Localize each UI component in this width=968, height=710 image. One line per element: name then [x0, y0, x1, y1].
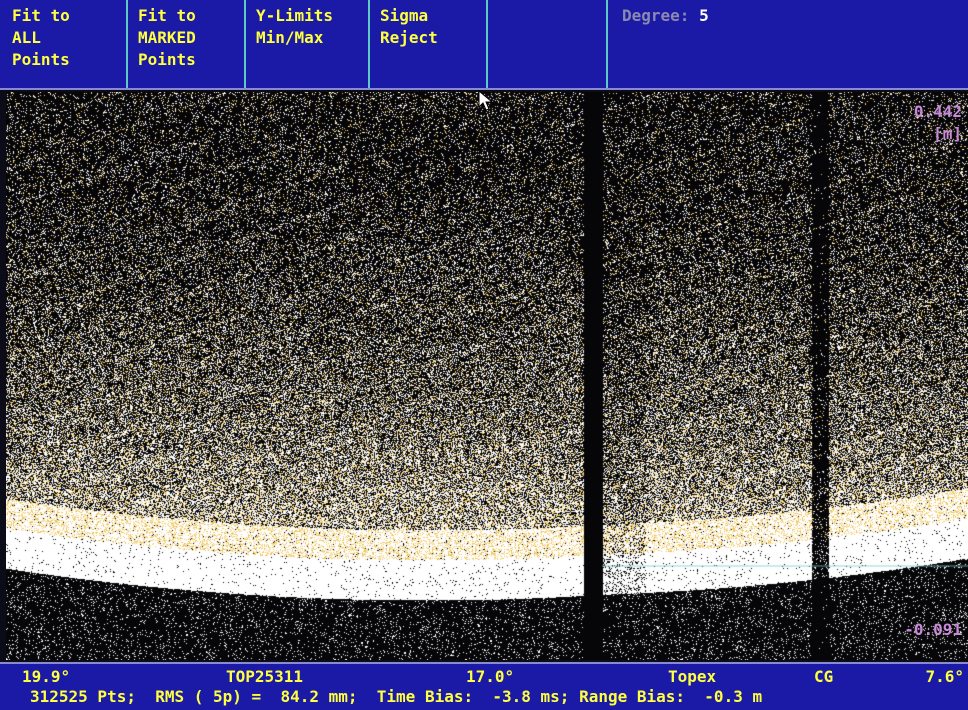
- mid-elevation-angle: 17.0°: [466, 667, 515, 686]
- y-axis-max-label: 0.442: [913, 102, 962, 121]
- status-bar: 19.9° TOP25311 17.0° Topex CG 7.6° 31252…: [0, 662, 968, 710]
- pass-id: TOP25311: [226, 667, 304, 686]
- start-elevation-angle: 19.9°: [22, 667, 71, 686]
- y-axis-min-label: -0.091: [904, 620, 962, 639]
- degree-value: 5: [699, 6, 709, 25]
- sigma-reject-button[interactable]: Sigma Reject: [370, 0, 488, 88]
- fit-to-all-points-button[interactable]: Fit to ALL Points: [0, 0, 128, 88]
- residual-scatter-plot[interactable]: 0.442 [m] -0.091: [6, 92, 968, 660]
- scatter-points-canvas[interactable]: [6, 92, 968, 660]
- degree-readout: Degree: 5: [622, 5, 709, 27]
- fit-summary-line: 312525 Pts; RMS ( 5p) = 84.2 mm; Time Bi…: [30, 687, 763, 706]
- end-elevation-angle: 7.6°: [925, 667, 964, 686]
- fit-to-marked-points-button[interactable]: Fit to MARKED Points: [128, 0, 246, 88]
- y-axis-unit-label: [m]: [933, 124, 962, 143]
- empty-toolbar-slot: [488, 0, 608, 88]
- degree-label: Degree:: [622, 6, 690, 25]
- satellite-name: Topex: [668, 667, 717, 686]
- toolbar: Fit to ALL Points Fit to MARKED Points Y…: [0, 0, 968, 90]
- y-limits-min-max-button[interactable]: Y-Limits Min/Max: [246, 0, 370, 88]
- cg-label: CG: [814, 667, 834, 686]
- mouse-cursor-icon: [478, 90, 494, 111]
